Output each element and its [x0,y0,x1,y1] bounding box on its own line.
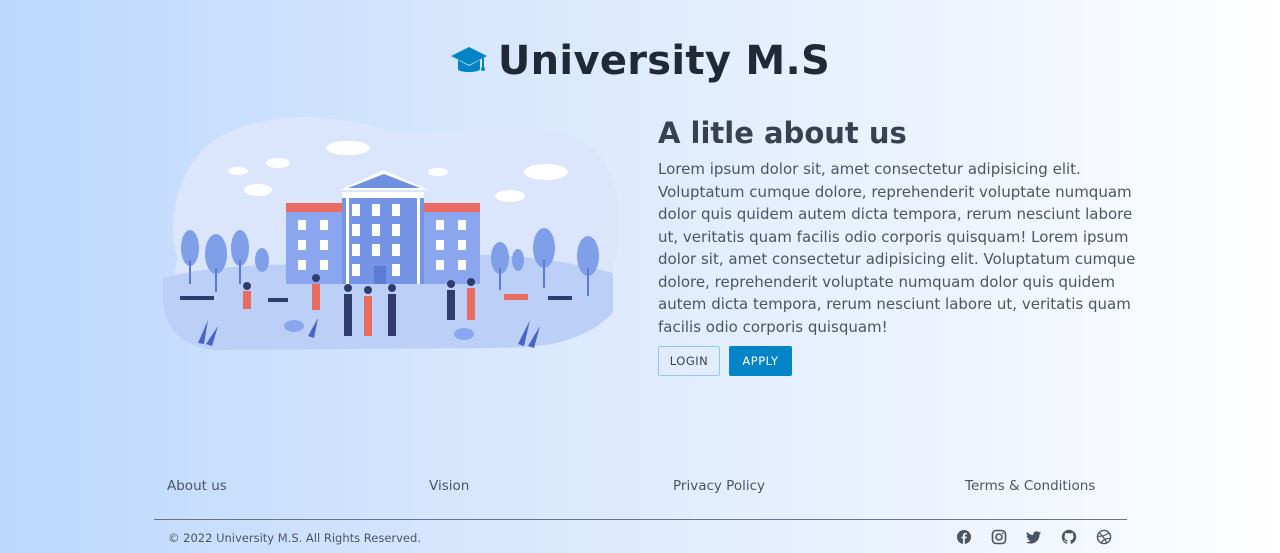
login-button[interactable]: LOGIN [658,346,720,376]
footer-link-terms-conditions[interactable]: Terms & Conditions [965,478,1095,494]
university-campus-illustration [163,117,620,350]
brand: University M.S [0,38,1280,84]
about-text: Lorem ipsum dolor sit, amet consectetur … [658,160,1136,336]
hero-actions: LOGIN APPLY [658,346,792,376]
apply-button[interactable]: APPLY [729,346,792,376]
site-title: University M.S [497,38,831,84]
facebook-icon[interactable] [956,529,972,545]
footer-link-privacy-policy[interactable]: Privacy Policy [673,478,765,494]
twitter-icon[interactable] [1026,529,1042,545]
instagram-icon[interactable] [991,529,1007,545]
graduation-cap-icon [450,47,487,72]
footer-link-vision[interactable]: Vision [429,478,469,494]
dribbble-icon[interactable] [1096,529,1112,545]
social-links [956,529,1112,545]
about-section: A litle about us Lorem ipsum dolor sit, … [658,116,1148,338]
about-heading: A litle about us [658,116,907,150]
footer-divider [154,519,1127,520]
footer-nav: About us Vision Privacy Policy Terms & C… [0,478,1280,496]
github-icon[interactable] [1061,529,1077,545]
footer-link-about-us[interactable]: About us [167,478,227,494]
copyright-text: © 2022 University M.S. All Rights Reserv… [168,531,421,545]
